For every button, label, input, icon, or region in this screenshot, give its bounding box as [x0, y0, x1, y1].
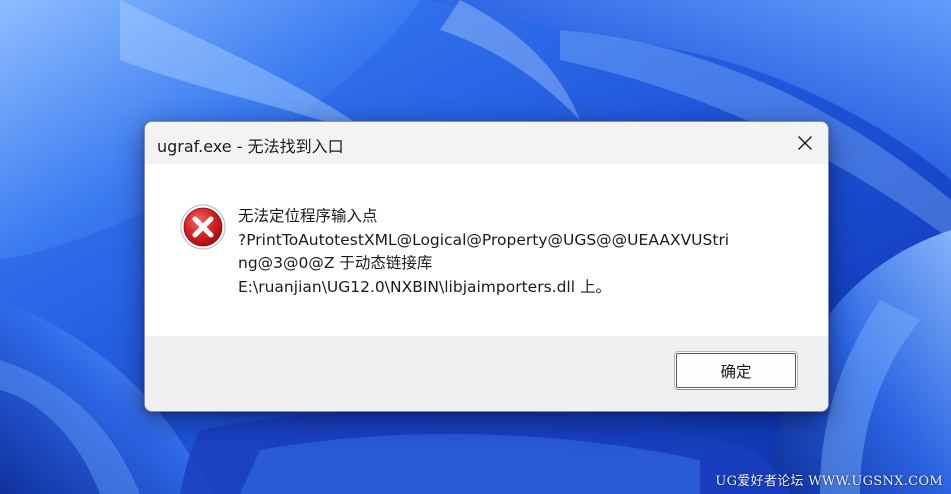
close-icon [798, 136, 812, 150]
message-line: ?PrintToAutotestXML@Logical@Property@UGS… [238, 230, 730, 249]
dialog-title: ugraf.exe - 无法找到入口 [157, 137, 344, 156]
close-button[interactable] [782, 122, 828, 164]
dialog-content: 无法定位程序输入点 ?PrintToAutotestXML@Logical@Pr… [145, 164, 828, 336]
dialog-footer: 确定 [145, 336, 828, 411]
dialog-titlebar[interactable]: ugraf.exe - 无法找到入口 [145, 122, 828, 164]
ok-button[interactable]: 确定 [674, 351, 798, 390]
message-line: ng@3@0@Z 于动态链接库 [238, 254, 433, 272]
error-icon [179, 203, 227, 251]
error-dialog: ugraf.exe - 无法找到入口 无法定位程序输入点 ?PrintToAut… [144, 121, 829, 412]
message-line: 无法定位程序输入点 [238, 207, 378, 225]
message-line: E:\ruanjian\UG12.0\NXBIN\libjaimporters.… [238, 277, 611, 296]
watermark-text: UG爱好者论坛 WWW.UGSNX.COM [715, 474, 943, 489]
error-message: 无法定位程序输入点 ?PrintToAutotestXML@Logical@Pr… [238, 205, 798, 299]
